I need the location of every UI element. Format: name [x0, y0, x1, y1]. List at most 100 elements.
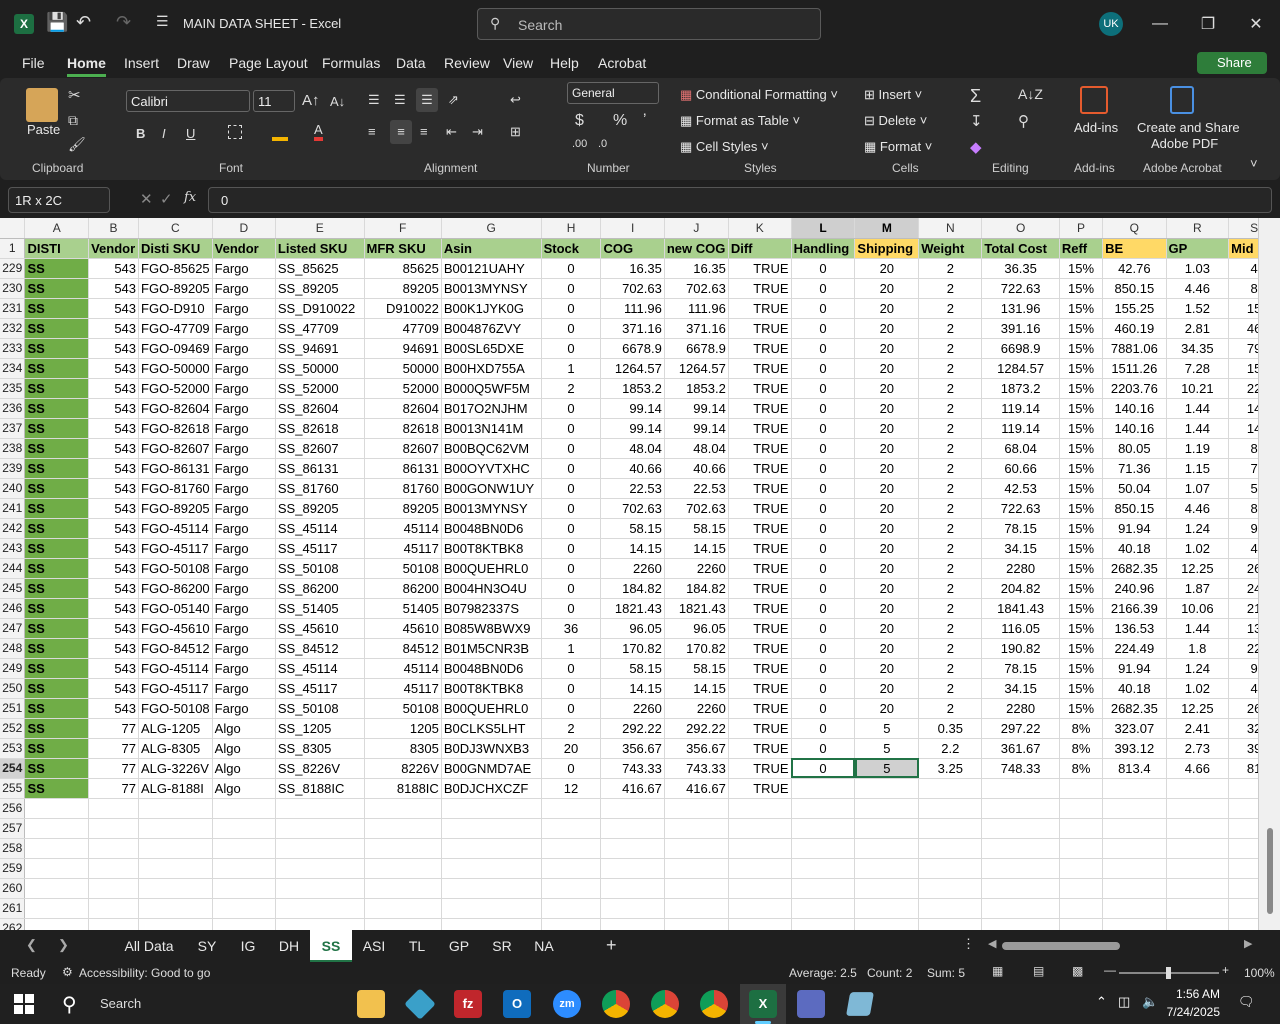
cell[interactable] — [981, 878, 1060, 899]
cell[interactable]: 20 — [854, 498, 920, 519]
cell[interactable] — [88, 818, 140, 839]
cell[interactable] — [88, 918, 140, 930]
cell[interactable]: 15% — [1059, 658, 1104, 679]
cell[interactable]: 0 — [791, 598, 856, 619]
cell[interactable]: TRUE — [728, 558, 792, 579]
cell[interactable]: 813.4 — [1102, 758, 1167, 779]
cell[interactable] — [728, 878, 792, 899]
header-cell[interactable]: Handling — [791, 238, 856, 259]
cell[interactable]: 1.03 — [1166, 258, 1230, 279]
cell[interactable] — [441, 838, 542, 859]
cell[interactable]: B085W8BWX9 — [441, 618, 542, 639]
cell[interactable]: 702.63 — [664, 498, 729, 519]
cell[interactable]: 8% — [1059, 718, 1104, 739]
cell[interactable] — [1166, 778, 1230, 799]
cell[interactable]: 71.36 — [1102, 458, 1167, 479]
cell[interactable]: 8226V — [364, 758, 442, 779]
cell[interactable]: B07982337S — [441, 598, 542, 619]
cell[interactable]: Fargo — [212, 358, 276, 379]
cell[interactable]: ALG-8188I — [138, 778, 213, 799]
cell[interactable] — [981, 778, 1060, 799]
collapse-ribbon-icon[interactable]: ˅ — [1250, 156, 1258, 171]
increase-indent-icon[interactable]: ⇥ — [472, 124, 483, 140]
cell[interactable]: 1.02 — [1166, 538, 1230, 559]
cell[interactable]: 0 — [791, 738, 856, 759]
cell[interactable]: 702.63 — [600, 498, 665, 519]
column-header-P[interactable]: P — [1059, 218, 1104, 239]
cell[interactable]: 85625 — [364, 258, 442, 279]
cell[interactable] — [1059, 898, 1104, 919]
cell[interactable]: SS — [24, 538, 90, 559]
cell[interactable]: 2 — [918, 338, 983, 359]
cell[interactable] — [275, 918, 365, 930]
currency-icon[interactable]: $ — [575, 112, 584, 130]
cell[interactable]: 16.35 — [600, 258, 665, 279]
cell[interactable] — [854, 838, 920, 859]
cell[interactable] — [918, 798, 983, 819]
show-hidden-icons[interactable]: ⌃ — [1096, 994, 1107, 1010]
cell[interactable]: 1205 — [364, 718, 442, 739]
cell[interactable]: Fargo — [212, 418, 276, 439]
cell[interactable]: 0 — [541, 498, 602, 519]
cell[interactable] — [854, 818, 920, 839]
scroll-right-icon[interactable]: ▶ — [1244, 937, 1252, 950]
cell[interactable]: 6678.9 — [664, 338, 729, 359]
cell[interactable]: B0DJ3WNXB3 — [441, 738, 542, 759]
customize-toolbar-icon[interactable]: ☰ — [156, 13, 169, 30]
underline-icon[interactable]: U — [186, 126, 195, 141]
cell[interactable] — [981, 818, 1060, 839]
cell[interactable]: FGO-D910 — [138, 298, 213, 319]
cell[interactable]: SS — [24, 618, 90, 639]
cell[interactable]: B0CLKS5LHT — [441, 718, 542, 739]
cell[interactable]: 14.15 — [600, 678, 665, 699]
cell[interactable] — [541, 898, 602, 919]
cell[interactable]: SS_45117 — [275, 678, 365, 699]
file-explorer-icon[interactable] — [357, 990, 385, 1018]
cell[interactable]: 20 — [854, 478, 920, 499]
cell[interactable]: SS — [24, 738, 90, 759]
cell[interactable]: 1841.43 — [981, 598, 1060, 619]
cell[interactable] — [1166, 898, 1230, 919]
cell[interactable] — [364, 838, 442, 859]
cell[interactable]: 140.16 — [1102, 418, 1167, 439]
cell[interactable]: B0013MYNSY — [441, 498, 542, 519]
cell[interactable] — [138, 798, 213, 819]
notifications-icon[interactable]: 🗨 — [1238, 994, 1255, 1010]
cell[interactable]: 86131 — [364, 458, 442, 479]
cell[interactable]: 77 — [88, 718, 140, 739]
cell[interactable]: SS — [24, 638, 90, 659]
cell[interactable]: 1.87 — [1166, 578, 1230, 599]
cell[interactable]: Fargo — [212, 558, 276, 579]
cell[interactable]: 0 — [541, 398, 602, 419]
cell[interactable]: 40.66 — [600, 458, 665, 479]
cell[interactable] — [854, 778, 920, 799]
scroll-left-icon[interactable]: ◀ — [988, 937, 996, 950]
cell[interactable] — [791, 778, 856, 799]
cell[interactable]: TRUE — [728, 318, 792, 339]
cell[interactable]: Fargo — [212, 338, 276, 359]
cell[interactable]: 36 — [541, 618, 602, 639]
worksheet-grid[interactable]: A B C D E F G H I J K L M N O P Q R S 1 DISTI Vendor Disti SKU… — [0, 218, 1280, 930]
cell[interactable]: 850.15 — [1102, 278, 1167, 299]
cell[interactable] — [1059, 918, 1104, 930]
header-cell[interactable]: COG — [600, 238, 665, 259]
number-format-select[interactable]: General — [567, 82, 659, 104]
cell[interactable]: 2682.35 — [1102, 698, 1167, 719]
cell[interactable]: SS_86200 — [275, 578, 365, 599]
cell[interactable]: 20 — [854, 558, 920, 579]
cell[interactable]: B0048BN0D6 — [441, 658, 542, 679]
cell[interactable]: 10.06 — [1166, 598, 1230, 619]
cell[interactable] — [541, 878, 602, 899]
cell[interactable]: 15% — [1059, 618, 1104, 639]
cell[interactable] — [24, 858, 90, 879]
cell[interactable]: 204.82 — [981, 578, 1060, 599]
cell[interactable] — [728, 918, 792, 930]
fill-color-icon[interactable] — [272, 123, 288, 141]
cell[interactable]: Fargo — [212, 678, 276, 699]
row-header[interactable]: 256 — [0, 798, 26, 819]
cell[interactable]: 1.07 — [1166, 478, 1230, 499]
header-cell[interactable]: BE — [1102, 238, 1167, 259]
cell[interactable]: SS_51405 — [275, 598, 365, 619]
insert-cells-button[interactable]: ⊞ Insert ˅ — [864, 87, 922, 103]
menu-home[interactable]: Home — [67, 55, 106, 77]
